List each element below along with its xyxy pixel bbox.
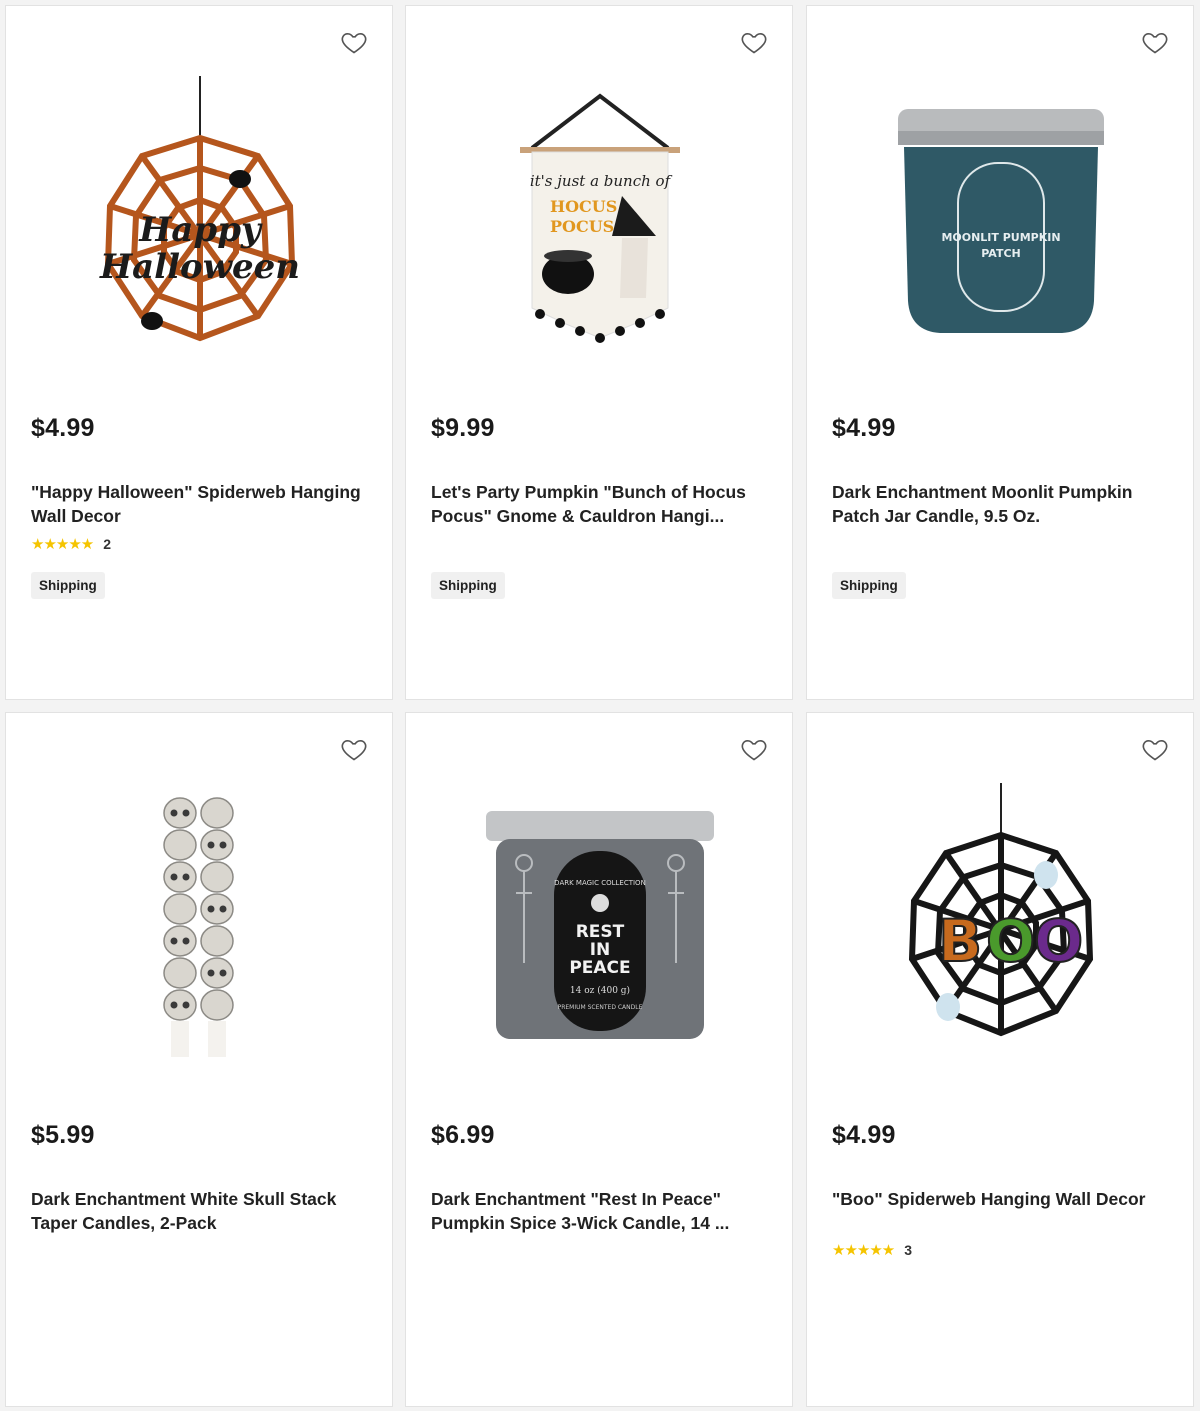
product-card[interactable]: it's just a bunch of HOCUS POCUS $9.99 L… (405, 5, 793, 700)
star-rating-icon: ★★★★★ (832, 1242, 895, 1259)
candle-label-line2: PATCH (981, 247, 1021, 260)
boo-spiderweb-image: B O O (908, 783, 1094, 1037)
banner-text-pocus: POCUS (550, 217, 614, 236)
rating-count: 2 (103, 536, 112, 552)
heart-icon[interactable] (1141, 28, 1169, 56)
product-title[interactable]: "Boo" Spiderweb Hanging Wall Decor (832, 1187, 1162, 1211)
jar-candle-image: MOONLIT PUMPKIN PATCH (898, 109, 1104, 333)
heart-icon[interactable] (740, 735, 768, 763)
product-card[interactable]: B O O $4.99 "Boo" Spiderweb Hanging Wall… (806, 712, 1194, 1407)
product-price: $6.99 (431, 1121, 495, 1149)
product-price: $4.99 (832, 414, 896, 442)
candle-label-rest: REST (576, 922, 625, 942)
candle-label-peace: PEACE (569, 958, 630, 978)
candle-label-in: IN (590, 940, 611, 960)
shipping-tag[interactable]: Shipping (832, 572, 906, 599)
candle-label-premium: PREMIUM SCENTED CANDLE (558, 1004, 643, 1011)
banner-text-hocus: HOCUS (550, 197, 617, 216)
product-card[interactable]: DARK MAGIC COLLECTION REST IN PEACE 14 o… (405, 712, 793, 1407)
heart-icon[interactable] (1141, 735, 1169, 763)
product-title[interactable]: "Happy Halloween" Spiderweb Hanging Wall… (31, 480, 361, 528)
candle-label-collection: DARK MAGIC COLLECTION (554, 879, 646, 887)
product-image[interactable]: MOONLIT PUMPKIN PATCH (831, 66, 1171, 376)
product-image[interactable]: it's just a bunch of HOCUS POCUS (430, 66, 770, 376)
boo-letter-o2: O (1034, 907, 1083, 975)
svg-text:Happy: Happy (138, 210, 263, 250)
product-card[interactable]: Happy Halloween $4.99 "Happy Halloween" … (5, 5, 393, 700)
product-price: $9.99 (431, 414, 495, 442)
candle-label-line1: MOONLIT PUMPKIN (941, 231, 1060, 244)
product-price: $4.99 (832, 1121, 896, 1149)
hocus-pocus-banner-image: it's just a bunch of HOCUS POCUS (520, 93, 680, 343)
product-title[interactable]: Let's Party Pumpkin "Bunch of Hocus Pocu… (431, 480, 761, 528)
rest-in-peace-candle-image: DARK MAGIC COLLECTION REST IN PEACE 14 o… (486, 811, 714, 1039)
product-price: $5.99 (31, 1121, 95, 1149)
product-card[interactable]: MOONLIT PUMPKIN PATCH $4.99 Dark Enchant… (806, 5, 1194, 700)
shipping-tag[interactable]: Shipping (431, 572, 505, 599)
product-title[interactable]: Dark Enchantment White Skull Stack Taper… (31, 1187, 361, 1235)
product-image[interactable]: B O O (831, 773, 1171, 1083)
candle-label-weight: 14 oz (400 g) (570, 985, 630, 996)
rating-count: 3 (904, 1242, 913, 1258)
product-image[interactable] (30, 773, 370, 1083)
product-price: $4.99 (31, 414, 95, 442)
heart-icon[interactable] (740, 28, 768, 56)
star-rating-icon: ★★★★★ (31, 536, 94, 553)
product-image[interactable]: Happy Halloween (30, 66, 370, 376)
product-title[interactable]: Dark Enchantment "Rest In Peace" Pumpkin… (431, 1187, 761, 1235)
product-card[interactable]: $5.99 Dark Enchantment White Skull Stack… (5, 712, 393, 1407)
heart-icon[interactable] (340, 735, 368, 763)
product-image[interactable]: DARK MAGIC COLLECTION REST IN PEACE 14 o… (430, 773, 770, 1083)
banner-text-line1: it's just a bunch of (530, 172, 673, 190)
boo-letter-o1: O (986, 907, 1035, 975)
shipping-tag[interactable]: Shipping (31, 572, 105, 599)
heart-icon[interactable] (340, 28, 368, 56)
skull-candles-image (163, 797, 234, 1057)
product-rating[interactable]: ★★★★★ 2 (31, 535, 111, 553)
spiderweb-decor-image: Happy Halloween (99, 76, 300, 342)
product-grid: Happy Halloween $4.99 "Happy Halloween" … (0, 0, 1200, 1411)
product-title[interactable]: Dark Enchantment Moonlit Pumpkin Patch J… (832, 480, 1162, 528)
svg-text:Halloween: Halloween (99, 247, 300, 287)
product-rating[interactable]: ★★★★★ 3 (832, 1241, 912, 1259)
boo-letter-b: B (938, 907, 982, 975)
